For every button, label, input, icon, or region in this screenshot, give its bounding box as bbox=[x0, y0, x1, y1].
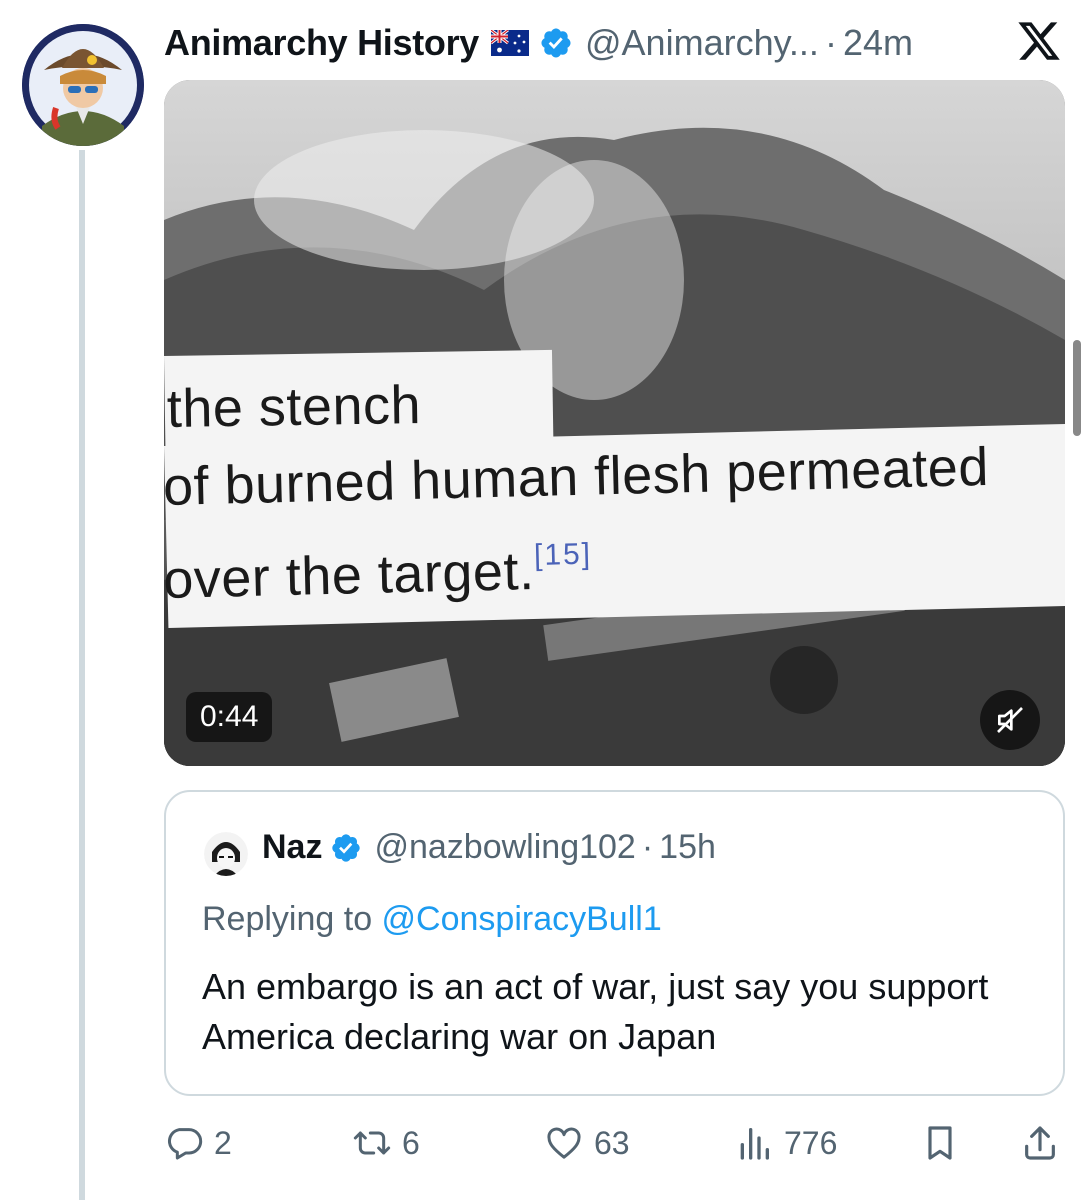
post-header: Animarchy History @Animarchy... · 24m bbox=[164, 18, 1074, 68]
like-button[interactable]: 63 bbox=[544, 1118, 630, 1168]
share-button[interactable] bbox=[1020, 1118, 1060, 1168]
quoted-author-name[interactable]: Naz bbox=[262, 828, 322, 867]
caption-line-2: of burned human flesh permeated bbox=[164, 436, 990, 518]
caption-box-bottom: of burned human flesh permeated over the… bbox=[164, 423, 1065, 628]
caption-line-3-wrap: over the target.[15] bbox=[164, 538, 593, 611]
scrollbar-thumb[interactable] bbox=[1073, 340, 1081, 436]
citation: [15] bbox=[533, 537, 593, 572]
quoted-author-handle[interactable]: @nazbowling102 bbox=[374, 828, 635, 867]
share-icon bbox=[1025, 1126, 1055, 1160]
repost-button[interactable]: 6 bbox=[352, 1118, 420, 1168]
repost-icon bbox=[353, 1131, 391, 1155]
post-time[interactable]: 24m bbox=[843, 22, 913, 64]
author-handle[interactable]: @Animarchy... bbox=[585, 22, 819, 64]
quoted-post[interactable]: Naz @nazbowling102 · 15h Replying to @Co… bbox=[164, 790, 1065, 1096]
views-button[interactable]: 776 bbox=[734, 1118, 837, 1168]
mute-icon bbox=[997, 707, 1023, 733]
views-count: 776 bbox=[784, 1124, 838, 1161]
quoted-post-header: Naz @nazbowling102 · 15h bbox=[262, 828, 716, 867]
reply-count: 2 bbox=[214, 1124, 232, 1161]
repost-count: 6 bbox=[402, 1124, 420, 1161]
caption-box-top: the stench bbox=[164, 349, 554, 452]
verified-badge-icon bbox=[541, 28, 571, 58]
bookmark-icon bbox=[928, 1126, 952, 1160]
mute-button[interactable] bbox=[980, 690, 1040, 750]
like-count: 63 bbox=[594, 1124, 630, 1161]
action-bar: 2 6 63 776 bbox=[164, 1118, 1074, 1168]
australia-flag-icon bbox=[491, 30, 529, 56]
reply-button[interactable]: 2 bbox=[164, 1118, 232, 1168]
quoted-author-avatar[interactable] bbox=[204, 832, 248, 876]
quoted-post-text: An embargo is an act of war, just say yo… bbox=[202, 966, 989, 1057]
thread-line bbox=[79, 150, 85, 1200]
video-duration: 0:44 bbox=[186, 692, 273, 742]
like-icon bbox=[547, 1127, 581, 1159]
author-avatar[interactable] bbox=[22, 24, 144, 146]
reply-icon bbox=[167, 1128, 203, 1160]
replying-to-label: Replying to bbox=[202, 900, 382, 938]
bookmark-button[interactable] bbox=[920, 1118, 960, 1168]
views-icon bbox=[740, 1128, 769, 1160]
separator-dot: · bbox=[641, 828, 654, 866]
video-player[interactable]: the stench of burned human flesh permeat… bbox=[164, 80, 1065, 766]
caption-line-1: the stench bbox=[166, 374, 422, 439]
separator-dot: · bbox=[824, 22, 837, 63]
author-name[interactable]: Animarchy History bbox=[164, 22, 479, 64]
replying-to-line: Replying to @ConspiracyBull1 bbox=[202, 900, 662, 939]
caption-line-3: over the target. bbox=[164, 540, 536, 611]
quoted-post-time[interactable]: 15h bbox=[659, 828, 716, 867]
x-logo-icon bbox=[1018, 22, 1060, 60]
verified-badge-icon bbox=[332, 833, 361, 862]
replying-to-mention[interactable]: @ConspiracyBull1 bbox=[382, 900, 662, 938]
